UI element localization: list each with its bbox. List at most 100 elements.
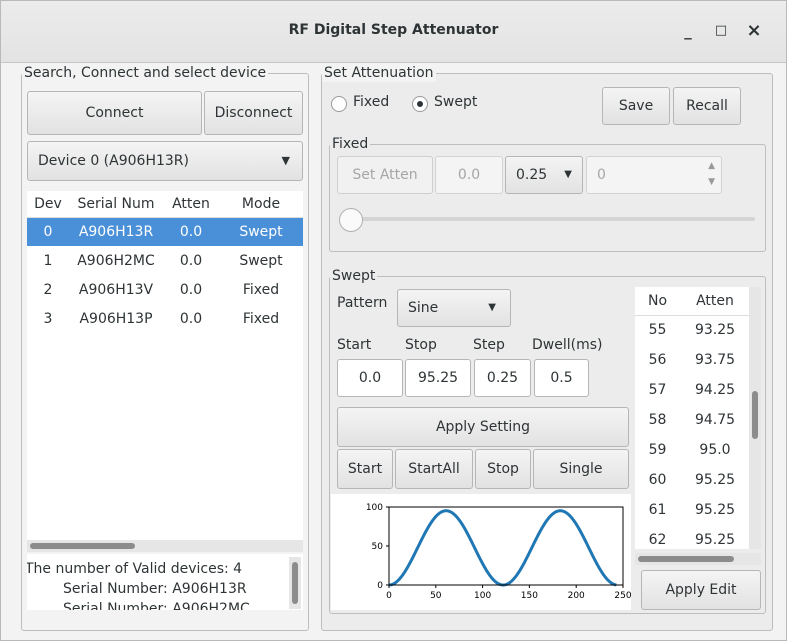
step-select-value: 0.25 (516, 167, 548, 183)
sweep-table-row[interactable]: 59 95.0 (635, 435, 750, 465)
sweep-table-header: No Atten (635, 287, 750, 316)
cell: 0.0 (179, 252, 203, 269)
hscroll-thumb[interactable] (638, 556, 734, 562)
cell: 0.0 (179, 281, 203, 298)
chevron-down-icon: ▼ (281, 154, 290, 167)
cell: Fixed (242, 310, 280, 327)
cell: 60 (648, 472, 667, 488)
app-window: RF Digital Step Attenuator _ □ × Search,… (0, 0, 787, 641)
dwell-label: Dwell(ms) (532, 337, 603, 353)
step-input[interactable]: 0.25 (474, 359, 531, 397)
sweep-table-row[interactable]: 61 95.25 (635, 495, 750, 525)
cell: 61 (648, 502, 667, 518)
device-select-value: Device 0 (A906H13R) (38, 153, 189, 169)
stop-button[interactable]: Stop (475, 449, 531, 489)
start-button[interactable]: Start (337, 449, 393, 489)
fixed-radio[interactable] (331, 96, 347, 112)
sweep-table-row[interactable]: 55 93.25 (635, 315, 750, 345)
status-line: The number of Valid devices: 4 (27, 561, 243, 577)
cell: 2 (43, 281, 53, 298)
fixed-group-label: Fixed (330, 135, 371, 153)
apply-edit-button[interactable]: Apply Edit (641, 570, 761, 610)
atten-spinbox[interactable]: 0 ▲ ▼ (586, 156, 722, 194)
swept-radio-label: Swept (434, 94, 478, 110)
stop-input[interactable]: 95.25 (405, 359, 471, 397)
status-vscrollbar[interactable] (289, 557, 301, 609)
sweep-table-grid: No Atten 55 93.25 56 93.75 57 94.25 58 94.75 59 9… (635, 287, 750, 549)
dwell-input[interactable]: 0.5 (534, 359, 589, 397)
col-atten: Atten (163, 191, 219, 218)
cell: 0 (27, 217, 69, 246)
chevron-down-icon: ▼ (564, 169, 572, 180)
close-button[interactable]: × (740, 17, 768, 45)
cell: Fixed (242, 281, 280, 298)
device-select[interactable]: Device 0 (A906H13R) ▼ (27, 141, 303, 181)
start-input[interactable]: 0.0 (337, 359, 403, 397)
sweep-table-row[interactable]: 60 95.25 (635, 465, 750, 495)
sweep-table-row[interactable]: 62 95.25 (635, 525, 750, 549)
sweep-table-hscrollbar[interactable] (635, 553, 761, 565)
status-line: Serial Number: A906H13R (63, 581, 247, 597)
apply-setting-button[interactable]: Apply Setting (337, 407, 629, 447)
step-label: Step (473, 337, 505, 353)
cell: A906H13P (79, 310, 153, 327)
window-title: RF Digital Step Attenuator (288, 22, 499, 38)
status-log: The number of Valid devices: 4 Serial Nu… (27, 554, 303, 610)
y-tick-label: 50 (372, 542, 384, 552)
x-tick-label: 50 (430, 591, 442, 601)
spinbox-value: 0 (597, 167, 606, 183)
x-tick-label: 100 (474, 591, 491, 601)
device-group-label: Search, Connect and select device (22, 64, 269, 82)
col-dev: Dev (27, 191, 69, 218)
sweep-table-row[interactable]: 56 93.75 (635, 345, 750, 375)
cell: 56 (648, 352, 667, 368)
device-row[interactable]: 1 A906H2MC 0.0 Swept (27, 246, 303, 275)
device-table-header: Dev Serial Num Atten Mode (27, 191, 303, 218)
sweep-table-row[interactable]: 57 94.25 (635, 375, 750, 405)
step-select[interactable]: 0.25 ▼ (505, 156, 583, 194)
cell: 95.0 (699, 442, 731, 458)
startall-button[interactable]: StartAll (395, 449, 473, 489)
sweep-table: No Atten 55 93.25 56 93.75 57 94.25 58 94.75 59 9… (635, 287, 750, 549)
swept-radio[interactable] (412, 96, 428, 112)
pattern-label: Pattern (337, 295, 388, 311)
device-row[interactable]: 0 A906H13R 0.0 Swept (27, 217, 303, 246)
pattern-select-value: Sine (408, 300, 439, 316)
hscroll-thumb[interactable] (30, 543, 135, 549)
minimize-button[interactable]: _ (674, 17, 702, 45)
set-atten-button[interactable]: Set Atten (337, 156, 433, 194)
device-row[interactable]: 3 A906H13P 0.0 Fixed (27, 304, 303, 333)
single-button[interactable]: Single (533, 449, 629, 489)
status-line: Serial Number: A906H2MC (63, 601, 250, 610)
cell: 58 (648, 412, 667, 428)
spin-up-icon[interactable]: ▲ (708, 159, 715, 173)
recall-button[interactable]: Recall (673, 87, 741, 125)
atten-slider-handle[interactable] (339, 208, 363, 232)
stop-label: Stop (405, 337, 437, 353)
device-list-hscrollbar[interactable] (27, 540, 303, 552)
chevron-down-icon: ▼ (488, 302, 496, 313)
cell: 59 (648, 442, 667, 458)
fixed-radio-label: Fixed (353, 94, 390, 110)
sweep-table-row[interactable]: 58 94.75 (635, 405, 750, 435)
x-tick-label: 250 (614, 591, 631, 601)
vscroll-thumb[interactable] (752, 391, 758, 439)
atten-slider-track[interactable] (345, 217, 755, 221)
cell: 95.25 (694, 532, 736, 548)
x-tick-label: 200 (568, 591, 585, 601)
x-tick-label: 150 (521, 591, 538, 601)
connect-button[interactable]: Connect (27, 91, 202, 135)
cell: 94.25 (694, 382, 736, 398)
device-row[interactable]: 2 A906H13V 0.0 Fixed (27, 275, 303, 304)
spin-down-icon[interactable]: ▼ (708, 175, 715, 189)
sweep-table-vscrollbar[interactable] (749, 287, 761, 549)
maximize-button[interactable]: □ (707, 17, 735, 45)
device-table: Dev Serial Num Atten Mode 0 A906H13R 0.0… (27, 191, 303, 333)
pattern-select[interactable]: Sine ▼ (397, 289, 511, 327)
disconnect-button[interactable]: Disconnect (204, 91, 303, 135)
fixed-atten-input[interactable]: 0.0 (435, 156, 503, 194)
cell: 3 (43, 310, 53, 327)
cell: 95.25 (694, 472, 736, 488)
vscroll-thumb[interactable] (292, 562, 298, 604)
save-button[interactable]: Save (602, 87, 670, 125)
